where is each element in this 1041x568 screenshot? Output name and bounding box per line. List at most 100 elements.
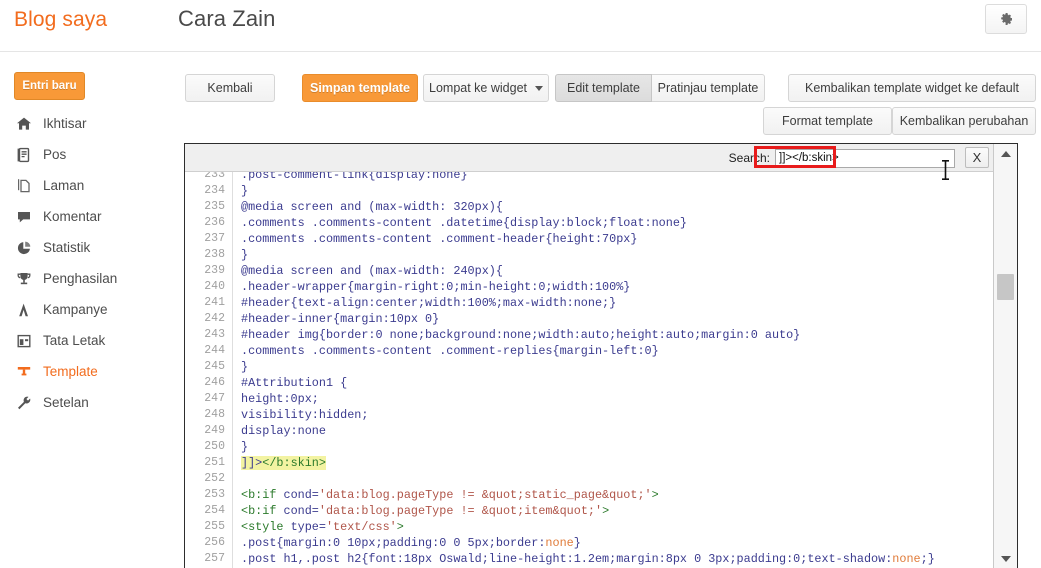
pie-chart-icon [14,238,34,258]
code-token: ;} [920,552,935,566]
line-number: 236 [204,216,225,229]
sidebar-item-ikhtisar[interactable]: Ikhtisar [0,108,180,139]
search-input[interactable] [775,148,955,168]
vertical-scrollbar[interactable] [993,144,1017,568]
jump-to-widget-dropdown[interactable]: Lompat ke widget [423,74,549,102]
code-text[interactable]: .post h1,.post h2{font:18px Oswald;line-… [233,551,995,567]
code-token: .post h1,.post h2{font:18px Oswald;line-… [241,552,893,566]
restore-widget-default-button[interactable]: Kembalikan template widget ke default [788,74,1036,102]
code-line: 252 [185,471,995,487]
sidebar-item-statistik[interactable]: Statistik [0,232,180,263]
comment-icon [14,207,34,227]
revert-changes-button[interactable]: Kembalikan perubahan [892,107,1036,135]
sidebar-item-pos[interactable]: Pos [0,139,180,170]
code-line: 246 #Attribution1 { [185,375,995,391]
sidebar-item-label: Tata Letak [43,332,106,348]
code-text[interactable]: } [233,359,995,375]
scroll-down-button[interactable] [994,549,1017,568]
sidebar-item-label: Setelan [43,394,89,410]
sidebar-item-setelan[interactable]: Setelan [0,387,180,418]
trophy-icon [14,269,34,289]
code-text[interactable] [233,471,995,487]
page-icon [14,176,34,196]
code-text[interactable]: .comments .comments-content .comment-rep… [233,343,995,359]
code-text[interactable]: @media screen and (max-width: 240px){ [233,263,995,279]
code-line: 239 @media screen and (max-width: 240px){ [185,263,995,279]
scroll-up-button[interactable] [994,144,1017,164]
code-token: #Attribution1 { [241,376,348,390]
code-text[interactable]: <b:if cond='data:blog.pageType != &quot;… [233,503,995,519]
code-text[interactable]: visibility:hidden; [233,407,995,423]
code-text[interactable]: <b:if cond='data:blog.pageType != &quot;… [233,487,995,503]
code-text[interactable]: } [233,183,995,199]
code-text[interactable]: #header img{border:0 none;background:non… [233,327,995,343]
tab-preview-template[interactable]: Pratinjau template [652,74,765,102]
code-token: <b:if [241,504,277,518]
code-token: 'data:blog.pageType != &quot;item&quot;' [318,504,603,518]
settings-button[interactable] [985,4,1027,34]
line-number: 253 [204,488,225,501]
line-number: 241 [204,296,225,309]
sidebar-item-kampanye[interactable]: Kampanye [0,294,180,325]
editor-toolbar: Kembali Simpan template Lompat ke widget… [180,52,1041,136]
search-label: Search: [728,151,770,165]
line-number: 256 [204,536,225,549]
save-template-button[interactable]: Simpan template [302,74,418,102]
sidebar-item-tata-letak[interactable]: Tata Letak [0,325,180,356]
code-text[interactable]: .comments .comments-content .datetime{di… [233,215,995,231]
top-bar: Blog saya Cara Zain [0,0,1041,52]
code-token: > [651,488,659,502]
code-token: @media screen and (max-width: 240px){ [241,264,503,278]
brand-logo[interactable]: Blog saya [14,8,107,32]
code-lines: 233 .post-comment-link{display:none} 234} 2… [185,172,995,568]
code-text[interactable]: .header-wrapper{margin-right:0;min-heigh… [233,279,995,295]
code-token: 'data:blog.pageType != &quot;static_page… [318,488,652,502]
code-text[interactable]: .post{margin:0 10px;padding:0 0 5px;bord… [233,535,995,551]
megaphone-icon [14,300,34,320]
tab-edit-template[interactable]: Edit template [555,74,652,102]
code-text[interactable]: height:0px; [233,391,995,407]
code-line: 247 height:0px; [185,391,995,407]
sidebar-item-komentar[interactable]: Komentar [0,201,180,232]
page-title: Cara Zain [178,6,276,31]
code-token: > [396,520,404,534]
new-post-button[interactable]: Entri baru [14,72,85,100]
code-text[interactable]: #header-inner{margin:10px 0} [233,311,995,327]
code-token: cond= [276,488,319,502]
line-number: 235 [204,200,225,213]
code-line: 243 #header img{border:0 none;background:… [185,327,995,343]
back-button[interactable]: Kembali [185,74,275,102]
code-text[interactable]: .post-comment-link{display:none} [233,172,995,183]
code-text[interactable]: #Attribution1 { [233,375,995,391]
code-token: } [241,248,249,262]
arrow-up-icon [1000,151,1011,157]
code-content-area[interactable]: 233 .post-comment-link{display:none} 234} 2… [185,172,995,568]
code-text[interactable]: ]]></b:skin> [233,455,995,471]
code-text[interactable]: display:none [233,423,995,439]
close-search-button[interactable]: X [965,147,989,168]
code-text[interactable]: <style type='text/css'> [233,519,995,535]
code-token: .comments .comments-content .comment-hea… [241,232,638,246]
code-text[interactable]: #header{text-align:center;width:100%;max… [233,295,995,311]
code-line: 236 .comments .comments-content .datetime… [185,215,995,231]
code-token: .comments .comments-content .comment-rep… [241,344,659,358]
sidebar-item-template[interactable]: Template [0,356,180,387]
code-line: 256 .post{margin:0 10px;padding:0 0 5px;b… [185,535,995,551]
search-group: Search: [729,144,955,172]
code-text[interactable]: } [233,247,995,263]
format-template-button[interactable]: Format template [763,107,892,135]
code-token: cond= [276,504,319,518]
vertical-scrollbar-thumb[interactable] [997,274,1014,300]
sidebar-item-penghasilan[interactable]: Penghasilan [0,263,180,294]
chevron-down-icon [535,85,543,91]
brush-icon [14,362,34,382]
arrow-down-icon [1000,556,1011,562]
code-line: 234} [185,183,995,199]
code-text[interactable]: @media screen and (max-width: 320px){ [233,199,995,215]
code-text[interactable]: } [233,439,995,455]
code-token: none [545,536,574,550]
code-text[interactable]: .comments .comments-content .comment-hea… [233,231,995,247]
blogger-template-editor-page: Blog saya Cara Zain Entri baru Ikhtisar [0,0,1041,568]
template-code-editor: Search: X 233 .post-comment-link{display:… [184,143,1018,568]
sidebar-item-laman[interactable]: Laman [0,170,180,201]
